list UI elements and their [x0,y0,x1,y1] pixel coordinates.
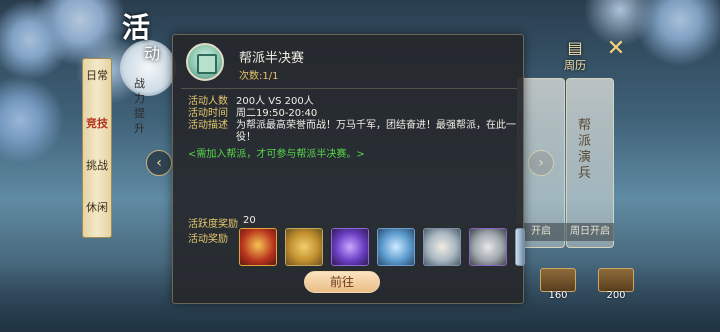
reward-chest-icon[interactable] [598,268,634,292]
menu-item-daily[interactable]: 日常 [83,69,111,82]
divider [181,88,517,89]
popup-title: 帮派半决赛 [239,51,305,66]
calendar-button[interactable]: ▤ 周历 [560,38,590,73]
prev-arrow-icon[interactable]: ‹ [146,150,172,176]
activity-reward-label: 活跃度奖励 [188,219,238,230]
gold-ingot-icon[interactable] [285,228,323,266]
info-label: 活动描述 [188,120,228,131]
scroll-icon[interactable] [423,228,461,266]
purple-gem-icon[interactable] [331,228,369,266]
silver-coin-icon[interactable] [469,228,507,266]
reward-chest-icon[interactable] [540,268,576,292]
gang-semifinal-icon [186,43,224,81]
attempt-count: 次数:1/1 [239,71,279,82]
reward-chest-threshold: 200 [606,290,626,301]
calendar-icon: ▤ [567,38,583,57]
activity-card-title: 帮派演兵 [578,118,592,181]
join-gang-note: <需加入帮派，才可参与帮派半决赛。> [188,149,365,160]
info-value: 周二19:50-20:40 [236,108,318,119]
category-menu: 日常 竞技 挑战 休闲 [82,58,112,238]
blue-potion-icon[interactable] [377,228,415,266]
page-title-char-2: 动 [144,44,161,63]
activity-reward-value: 20 [243,215,256,226]
info-value: 为帮派最高荣誉而战！万马千军，团结奋进！最强帮派，在此一役！ [236,120,516,143]
menu-item-arena[interactable]: 竞技 [83,117,111,130]
power-up-vertical-text[interactable]: 战力提升 [134,76,148,136]
go-button[interactable]: 前往 [304,271,380,293]
calendar-label: 周历 [564,59,586,72]
armor-item-icon[interactable] [239,228,277,266]
close-icon[interactable]: ✕ [603,36,629,62]
menu-item-challenge[interactable]: 挑战 [83,159,111,172]
info-label: 活动人数 [188,96,228,107]
menu-item-leisure[interactable]: 休闲 [83,201,111,214]
item-reward-label: 活动奖励 [188,234,228,245]
info-value: 200人 VS 200人 [236,96,314,107]
activity-detail-popup: 帮派半决赛 次数:1/1 活动人数 200人 VS 200人 活动时间 周二19… [172,34,525,304]
reward-chest-threshold: 160 [548,290,568,301]
more-items-icon[interactable] [515,228,525,266]
activity-card-status: 周日开启 [566,223,614,241]
info-label: 活动时间 [188,108,228,119]
